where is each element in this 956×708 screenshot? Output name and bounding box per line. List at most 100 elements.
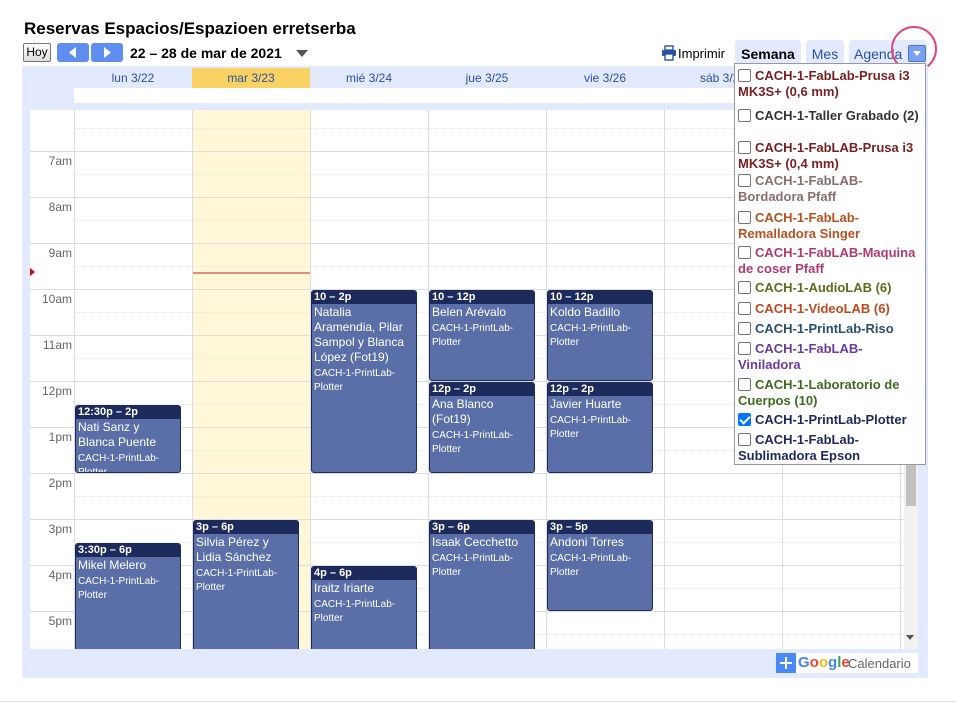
scroll-down-arrow-icon[interactable] [906,635,914,640]
calendar-event[interactable]: 12p – 2p Javier Huarte CACH-1-PrintLab-Plo… [547,382,653,474]
next-week-button[interactable] [91,43,123,62]
today-button[interactable]: Hoy [23,43,51,62]
calendar-option-label: CACH-1-FabLab-Sublimadora Epson [738,432,861,463]
calendar-option[interactable]: CACH-1-FabLAB-Prusa i3 MK3S+ (0,4 mm) [738,140,924,172]
event-title: Nati Sanz y Blanca Puente [78,420,157,450]
scrollbar-thumb[interactable] [906,460,916,506]
calendar-checkbox[interactable] [738,433,751,446]
calendar-checkbox[interactable] [738,378,751,391]
event-title: Koldo Badillo [550,305,621,320]
event-time: 3:30p – 6p [76,544,180,558]
chevron-left-icon [69,47,76,58]
calendar-option-label: CACH-1-FabLAB-Viniladora [738,341,863,372]
calendar-checkbox[interactable] [738,281,751,294]
calendar-option-label: CACH-1-AudioLAB (6) [755,280,892,295]
calendar-checkbox[interactable] [738,413,751,426]
event-title: Iraitz Iriarte [314,581,375,596]
calendar-option[interactable]: CACH-1-FabLAB-Viniladora [738,341,924,373]
day-header-3[interactable]: jue 3/25 [428,68,546,88]
event-time: 12p – 2p [548,383,652,397]
calendar-checkbox[interactable] [738,141,751,154]
footer-divider [0,701,956,702]
event-time: 3p – 6p [430,521,534,535]
event-title: Natalia Aramendia, Pilar Sampol y Blanca… [314,305,405,365]
plus-icon [776,653,796,673]
calendar-checkbox[interactable] [738,342,751,355]
date-range-label: 22 – 28 de mar de 2021 [130,45,282,61]
event-calendar-name: CACH-1-PrintLab-Plotter [314,368,396,394]
day-header-2[interactable]: mié 3/24 [310,68,428,88]
calendar-option[interactable]: CACH-1-FabLAB-Bordadora Pfaff [738,173,924,205]
event-title: Isaak Cecchetto [432,535,519,550]
page-title: Reservas Espacios/Espazioen erretserba [24,19,356,38]
day-header-4[interactable]: vie 3/26 [546,68,664,88]
event-calendar-name: CACH-1-PrintLab-Plotter [432,323,514,349]
calendar-checkbox[interactable] [738,174,751,187]
calendar-checkbox[interactable] [738,69,751,82]
event-calendar-name: CACH-1-PrintLab-Plotter [314,599,396,625]
event-title: Javier Huarte [550,397,622,412]
calendar-option[interactable]: CACH-1-Taller Grabado (2) [738,108,924,124]
day-header-1[interactable]: mar 3/23 [192,68,310,88]
event-title: Andoni Torres [550,535,624,550]
calendar-event[interactable]: 3:30p – 6p Mikel Melero CACH-1-PrintLab-Pl… [75,543,181,649]
time-label: 2pm [48,476,72,491]
event-time: 10 – 2p [312,291,416,305]
event-title: Belen Arévalo [432,305,507,320]
calendar-option[interactable]: CACH-1-PrintLab-Riso [738,321,924,337]
calendar-logo-text: Calendario [848,656,911,671]
calendar-event[interactable]: 4p – 6p Iraitz Iriarte CACH-1-PrintLab-Plo… [311,566,417,649]
day-column-divider [664,110,665,649]
event-time: 3p – 5p [548,521,652,535]
calendar-option[interactable]: CACH-1-AudioLAB (6) [738,280,924,296]
calendar-event[interactable]: 3p – 5p Andoni Torres CACH-1-PrintLab-Plot… [547,520,653,612]
calendar-option-label: CACH-1-VideoLAB (6) [755,301,890,316]
event-time: 10 – 12p [548,291,652,305]
calendar-event[interactable]: 10 – 12p Koldo Badillo CACH-1-PrintLab-Plo… [547,290,653,382]
calendar-checkbox[interactable] [738,246,751,259]
time-label: 8am [48,200,72,215]
printer-icon[interactable] [661,45,677,61]
day-header-0[interactable]: lun 3/22 [74,68,192,88]
calendar-checkbox[interactable] [738,109,751,122]
date-picker-caret-icon[interactable] [296,50,308,57]
event-calendar-name: CACH-1-PrintLab-Plotter [78,576,160,602]
time-label: 10am [41,292,72,307]
event-calendar-name: CACH-1-PrintLab-Plotter [550,415,632,441]
calendar-checkbox[interactable] [738,302,751,315]
calendar-event[interactable]: 12p – 2p Ana Blanco (Fot19) CACH-1-PrintLa… [429,382,535,474]
calendar-event[interactable]: 12:30p – 2p Nati Sanz y Blanca Puente CACH… [75,405,181,474]
calendar-event[interactable]: 3p – 6p Isaak Cecchetto CACH-1-PrintLab-Pl… [429,520,535,649]
event-time: 12:30p – 2p [76,406,180,420]
event-title: Silvia Pérez y Lidia Sánchez [196,535,272,565]
google-calendar-badge[interactable]: Google Calendario [776,653,918,673]
chevron-right-icon [104,47,111,58]
calendar-checkbox[interactable] [738,322,751,335]
current-time-line [193,272,310,274]
calendar-option-label: CACH-1-FabLAB-Maquina de coser Pfaff [738,245,916,276]
calendar-checkbox[interactable] [738,211,751,224]
event-calendar-name: CACH-1-PrintLab-Plotter [432,430,514,456]
event-title: Mikel Melero [78,558,147,573]
calendar-event[interactable]: 10 – 2p Natalia Aramendia, Pilar Sampol y… [311,290,417,474]
time-label: 4pm [48,568,72,583]
calendar-event[interactable]: 10 – 12p Belen Arévalo CACH-1-PrintLab-Plo… [429,290,535,382]
calendar-option[interactable]: CACH-1-FabLab-Remalladora Singer [738,210,924,242]
calendar-option-label: CACH-1-FabLab-Prusa i3 MK3S+ (0,6 mm) [738,68,910,99]
calendar-option-label: CACH-1-FabLAB-Prusa i3 MK3S+ (0,4 mm) [738,140,914,171]
calendar-option[interactable]: CACH-1-FabLab-Sublimadora Epson [738,432,924,464]
half-hour-line [74,496,904,498]
calendar-option[interactable]: CACH-1-VideoLAB (6) [738,301,924,317]
calendar-option[interactable]: CACH-1-FabLAB-Maquina de coser Pfaff [738,245,924,277]
current-time-marker [30,268,35,276]
time-label: 7am [48,154,72,169]
calendar-option[interactable]: CACH-1-FabLab-Prusa i3 MK3S+ (0,6 mm) [738,68,924,100]
calendar-event[interactable]: 3p – 6p Silvia Pérez y Lidia Sánchez CACH-… [193,520,299,649]
previous-week-button[interactable] [57,43,89,62]
calendar-option-label: CACH-1-PrintLab-Plotter [755,412,907,427]
calendar-option-label: CACH-1-Taller Grabado (2) [755,108,919,123]
calendar-option[interactable]: CACH-1-Laboratorio de Cuerpos (10) [738,377,924,409]
event-time: 10 – 12p [430,291,534,305]
print-link[interactable]: Imprimir [678,46,725,61]
calendar-option[interactable]: CACH-1-PrintLab-Plotter [738,412,924,428]
